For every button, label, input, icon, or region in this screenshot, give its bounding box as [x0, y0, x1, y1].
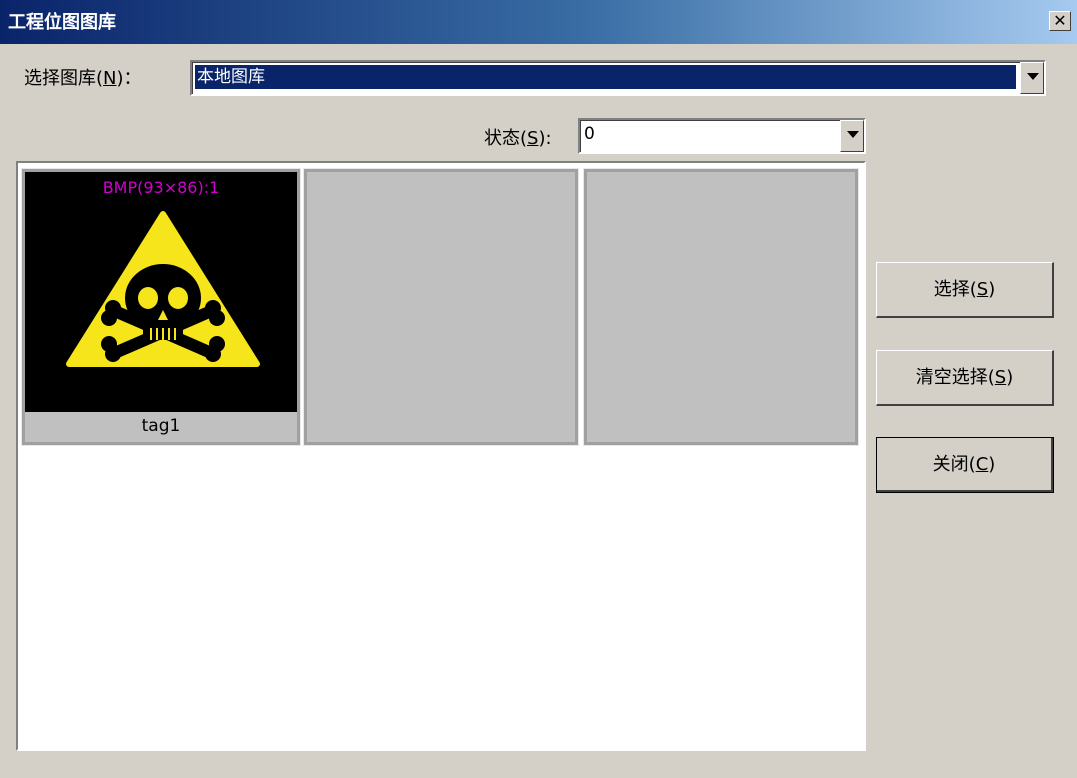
- clear-button-key: S: [994, 367, 1007, 388]
- library-select[interactable]: 本地图库: [190, 60, 1046, 96]
- select-button-key: S: [976, 279, 989, 300]
- close-button-suffix: ): [988, 454, 996, 475]
- state-label: 状态(S):: [484, 124, 552, 150]
- state-select-value: 0: [584, 124, 595, 144]
- library-select-value: 本地图库: [195, 65, 1016, 89]
- clear-button-label: 清空选择(: [915, 367, 995, 388]
- state-label-key: S: [527, 128, 539, 149]
- library-label-text: 选择图库(: [24, 68, 104, 89]
- close-icon: ✕: [1053, 11, 1067, 30]
- gallery-item-thumbnail: BMP(93×86):1: [25, 172, 297, 412]
- gallery-item[interactable]: BMP(93×86):1 tag1: [21, 168, 301, 446]
- close-button[interactable]: 关闭(C): [876, 437, 1054, 493]
- library-label-key: N: [103, 68, 117, 89]
- window-title: 工程位图图库: [8, 12, 116, 33]
- select-button[interactable]: 选择(S): [876, 262, 1054, 318]
- clear-selection-button[interactable]: 清空选择(S): [876, 350, 1054, 406]
- state-label-suffix: ):: [538, 128, 552, 149]
- library-label: 选择图库(N)：: [24, 64, 142, 90]
- select-button-label: 选择(: [933, 279, 977, 300]
- bitmap-gallery[interactable]: BMP(93×86):1 tag1: [16, 161, 866, 751]
- library-dropdown-button[interactable]: [1020, 62, 1044, 94]
- state-select-frame: [580, 120, 864, 152]
- poison-skull-warning-icon: [66, 211, 260, 367]
- gallery-item-name: tag1: [141, 416, 181, 436]
- close-window-button[interactable]: ✕: [1049, 11, 1071, 31]
- state-label-text: 状态(: [484, 128, 528, 149]
- gallery-item-info: BMP(93×86):1: [102, 178, 220, 197]
- close-button-key: C: [975, 454, 989, 475]
- gallery-item-empty[interactable]: [303, 168, 579, 446]
- state-dropdown-button[interactable]: [840, 120, 864, 152]
- gallery-item-empty[interactable]: [583, 168, 859, 446]
- bitmap-gallery-dialog: 工程位图图库 ✕ 选择图库(N)： 本地图库 状态(S): 0 BMP(93×8…: [0, 0, 1077, 778]
- library-label-suffix: )：: [116, 68, 142, 89]
- close-button-label: 关闭(: [932, 454, 976, 475]
- clear-button-suffix: ): [1006, 367, 1014, 388]
- title-bar[interactable]: 工程位图图库 ✕: [0, 0, 1077, 44]
- select-button-suffix: ): [988, 279, 996, 300]
- state-select[interactable]: 0: [578, 118, 866, 154]
